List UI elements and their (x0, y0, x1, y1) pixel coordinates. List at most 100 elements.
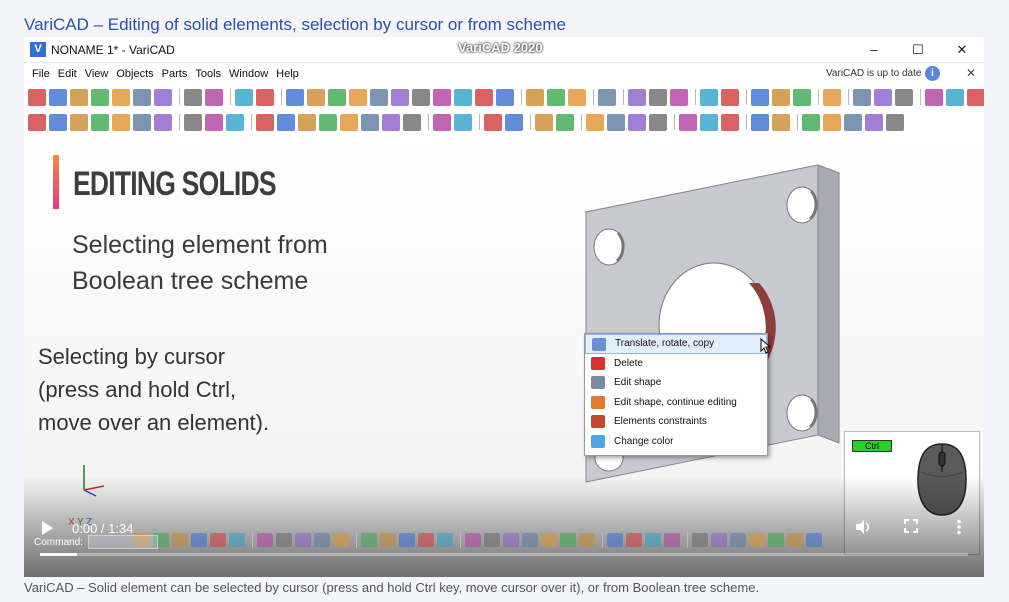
statusbar-tool-icon[interactable] (333, 533, 349, 547)
toolbar-tool-icon[interactable] (49, 113, 67, 131)
menu-help[interactable]: Help (272, 65, 303, 80)
toolbar-tool-icon[interactable] (277, 113, 295, 131)
toolbar-tool-icon[interactable] (403, 113, 421, 131)
toolbar-tool-icon[interactable] (925, 88, 943, 106)
toolbar-tool-icon[interactable] (628, 88, 646, 106)
statusbar-tool-icon[interactable] (560, 533, 576, 547)
toolbar-tool-icon[interactable] (607, 113, 625, 131)
toolbar-tool-icon[interactable] (886, 113, 904, 131)
toolbar-tool-icon[interactable] (340, 113, 358, 131)
toolbar-tool-icon[interactable] (772, 113, 790, 131)
statusbar-tool-icon[interactable] (541, 533, 557, 547)
toolbar-tool-icon[interactable] (526, 88, 544, 106)
statusbar-tool-icon[interactable] (626, 533, 642, 547)
toolbar-tool-icon[interactable] (133, 88, 151, 106)
toolbar-tool-icon[interactable] (484, 113, 502, 131)
statusbar-tool-icon[interactable] (361, 533, 377, 547)
toolbar-tool-icon[interactable] (70, 113, 88, 131)
toolbar-tool-icon[interactable] (361, 113, 379, 131)
statusbar-tool-icon[interactable] (768, 533, 784, 547)
menu-tools[interactable]: Tools (191, 65, 225, 80)
toolbar-tool-icon[interactable] (649, 113, 667, 131)
menu-close-icon[interactable]: ✕ (966, 66, 976, 80)
maximize-button[interactable]: ☐ (908, 41, 928, 59)
context-menu-item[interactable]: Edit shape, continue editing (585, 393, 767, 413)
more-icon[interactable] (956, 519, 962, 535)
toolbar-tool-icon[interactable] (505, 113, 523, 131)
toolbar-tool-icon[interactable] (586, 113, 604, 131)
statusbar-tool-icon[interactable] (711, 533, 727, 547)
page-title[interactable]: VariCAD – Editing of solid elements, sel… (24, 15, 566, 35)
toolbar-tool-icon[interactable] (433, 88, 451, 106)
toolbar-tool-icon[interactable] (823, 113, 841, 131)
toolbar-tool-icon[interactable] (853, 88, 871, 106)
fullscreen-icon[interactable] (904, 519, 918, 533)
toolbar-tool-icon[interactable] (112, 113, 130, 131)
statusbar-tool-icon[interactable] (257, 533, 273, 547)
toolbar-tool-icon[interactable] (772, 88, 790, 106)
statusbar-tool-icon[interactable] (276, 533, 292, 547)
toolbar-tool-icon[interactable] (628, 113, 646, 131)
toolbar-tool-icon[interactable] (382, 113, 400, 131)
context-menu-item[interactable]: Change color (585, 432, 767, 452)
toolbar-tool-icon[interactable] (844, 113, 862, 131)
toolbar-tool-icon[interactable] (823, 88, 841, 106)
statusbar-tool-icon[interactable] (503, 533, 519, 547)
toolbar-tool-icon[interactable] (349, 88, 367, 106)
toolbar-tool-icon[interactable] (700, 113, 718, 131)
context-menu-item[interactable]: Translate, rotate, copy (585, 334, 767, 354)
statusbar-tool-icon[interactable] (484, 533, 500, 547)
command-input[interactable] (88, 535, 158, 549)
toolbar-tool-icon[interactable] (793, 88, 811, 106)
toolbar-tool-icon[interactable] (28, 88, 46, 106)
statusbar-tool-icon[interactable] (399, 533, 415, 547)
toolbar-tool-icon[interactable] (802, 113, 820, 131)
toolbar-tool-icon[interactable] (91, 88, 109, 106)
context-menu-item[interactable]: Delete (585, 354, 767, 374)
toolbar-tool-icon[interactable] (256, 88, 274, 106)
statusbar-tool-icon[interactable] (380, 533, 396, 547)
toolbar-tool-icon[interactable] (751, 88, 769, 106)
toolbar-tool-icon[interactable] (49, 88, 67, 106)
statusbar-tool-icon[interactable] (806, 533, 822, 547)
toolbar-tool-icon[interactable] (700, 88, 718, 106)
toolbar-tool-icon[interactable] (433, 113, 451, 131)
statusbar-tool-icon[interactable] (692, 533, 708, 547)
statusbar-tool-icon[interactable] (787, 533, 803, 547)
toolbar-tool-icon[interactable] (412, 88, 430, 106)
toolbar-tool-icon[interactable] (205, 113, 223, 131)
close-button[interactable]: ✕ (952, 41, 972, 59)
menu-edit[interactable]: Edit (54, 65, 81, 80)
toolbar-tool-icon[interactable] (184, 88, 202, 106)
toolbar-tool-icon[interactable] (391, 88, 409, 106)
volume-icon[interactable] (854, 519, 872, 535)
statusbar-tool-icon[interactable] (191, 533, 207, 547)
statusbar-tool-icon[interactable] (664, 533, 680, 547)
statusbar-tool-icon[interactable] (645, 533, 661, 547)
toolbar-tool-icon[interactable] (496, 88, 514, 106)
toolbar-tool-icon[interactable] (154, 113, 172, 131)
statusbar-tool-icon[interactable] (437, 533, 453, 547)
video-player[interactable]: V NONAME 1* - VariCAD VariCAD 2020 – ☐ ✕… (24, 37, 984, 577)
statusbar-tool-icon[interactable] (465, 533, 481, 547)
toolbar-tool-icon[interactable] (226, 113, 244, 131)
statusbar-tool-icon[interactable] (229, 533, 245, 547)
toolbar-tool-icon[interactable] (535, 113, 553, 131)
toolbar-tool-icon[interactable] (721, 113, 739, 131)
toolbar-tool-icon[interactable] (670, 88, 688, 106)
context-menu-item[interactable]: Edit shape (585, 373, 767, 393)
statusbar-tool-icon[interactable] (172, 533, 188, 547)
toolbar-tool-icon[interactable] (91, 113, 109, 131)
progress-bar[interactable] (40, 553, 968, 556)
statusbar-tool-icon[interactable] (579, 533, 595, 547)
toolbar-tool-icon[interactable] (874, 88, 892, 106)
info-icon[interactable]: i (925, 66, 940, 81)
toolbar-tool-icon[interactable] (256, 113, 274, 131)
toolbar-tool-icon[interactable] (721, 88, 739, 106)
menu-parts[interactable]: Parts (158, 65, 192, 80)
play-icon[interactable] (42, 521, 53, 535)
toolbar-tool-icon[interactable] (154, 88, 172, 106)
toolbar-tool-icon[interactable] (184, 113, 202, 131)
toolbar-tool-icon[interactable] (946, 88, 964, 106)
statusbar-tool-icon[interactable] (607, 533, 623, 547)
